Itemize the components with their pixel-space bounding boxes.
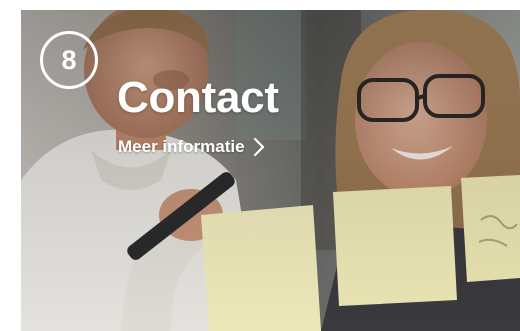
- step-number-badge: 8: [40, 31, 98, 89]
- card-title: Contact: [117, 73, 279, 122]
- contact-card[interactable]: 8 Contact Meer informatie: [21, 10, 520, 331]
- more-info-link[interactable]: Meer informatie: [118, 134, 265, 160]
- chevron-right-icon: [253, 137, 264, 157]
- more-info-label: Meer informatie: [118, 137, 245, 156]
